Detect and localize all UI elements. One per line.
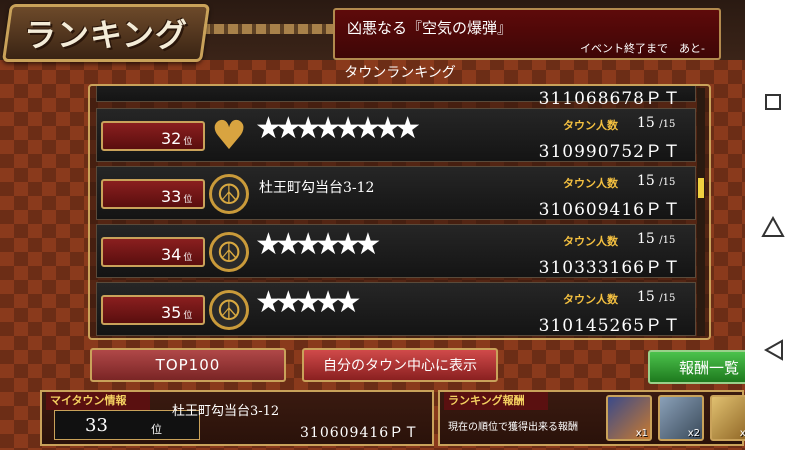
row-name: ★★★★★★: [255, 227, 381, 262]
population-value: 15 /15: [637, 231, 676, 247]
table-row-partial: 311068678ＰＴ: [96, 86, 696, 109]
my-town-rank-unit: 位: [151, 423, 162, 436]
event-timer: イベント終了まで あと-: [580, 42, 705, 55]
my-town-rank: 33: [85, 415, 108, 436]
rank-bar: 34 位: [101, 237, 205, 267]
ranking-reward: ランキング報酬 現在の順位で獲得出来る報酬 x1 x2 x1: [438, 390, 756, 446]
row-rank: 34 位: [161, 245, 193, 264]
panel-title: タウンランキング: [344, 65, 456, 81]
square-icon: [764, 94, 781, 110]
population-value: 15 /15: [637, 289, 676, 305]
my-town-name: 杜王町勾当台3-12: [172, 404, 280, 419]
table-row[interactable]: 34 位 ☮ ★★★★★★ タウン人数 15 /15 310333166ＰＴ: [96, 224, 696, 278]
scrollbar[interactable]: [697, 88, 705, 336]
show-my-town-button[interactable]: 自分のタウン中心に表示: [302, 348, 498, 382]
silver-ticket-icon[interactable]: x2: [658, 395, 704, 441]
event-title: 凶悪なる『空気の爆弾』: [347, 19, 513, 37]
row-rank: 35 位: [161, 303, 193, 322]
table-row[interactable]: 35 位 ☮ ★★★★★ タウン人数 15 /15 310145265ＰＴ: [96, 282, 696, 336]
recent-apps-button[interactable]: [745, 82, 800, 122]
back-button[interactable]: [745, 330, 800, 370]
table-row[interactable]: 33 位 ☮ 杜王町勾当台3-12 タウン人数 15 /15 310609416Ｐ…: [96, 166, 696, 220]
rank-bar: 32 位: [101, 121, 205, 151]
reward-tag: ランキング報酬: [444, 392, 548, 410]
peace-icon: ☮: [209, 232, 249, 272]
back-icon: [763, 339, 783, 361]
peace-icon: ☮: [209, 290, 249, 330]
population-value: 15 /15: [637, 173, 676, 189]
event-banner: 凶悪なる『空気の爆弾』 イベント終了まで あと-: [333, 8, 721, 60]
row-points: 310609416ＰＴ: [538, 200, 681, 220]
scrollbar-thumb[interactable]: [698, 178, 704, 198]
home-button[interactable]: [745, 207, 800, 247]
row-name: ★★★★★★★★: [255, 111, 421, 146]
population-label: タウン人数: [563, 119, 618, 132]
home-icon: [760, 216, 785, 237]
row-points: 310333166ＰＴ: [538, 258, 681, 278]
chain-decoration: [200, 24, 340, 34]
ranking-title-badge: ランキング: [1, 4, 211, 62]
character-card-icon[interactable]: x1: [606, 395, 652, 441]
row-points: 310145265ＰＴ: [538, 316, 681, 336]
row-points: 310990752ＰＴ: [538, 142, 681, 162]
population-label: タウン人数: [563, 235, 618, 248]
rank-bar: 35 位: [101, 295, 205, 325]
page-title: ランキング: [23, 16, 189, 54]
ranking-list[interactable]: 311068678ＰＴ 32 位 ♥ ★★★★★★★★ タウン人数 15 /15 …: [88, 84, 711, 340]
population-label: タウン人数: [563, 293, 618, 306]
row-rank: 32 位: [161, 129, 193, 148]
population-value: 15 /15: [637, 115, 676, 131]
row-points: 311068678ＰＴ: [538, 89, 681, 109]
heart-icon: ♥: [211, 113, 247, 159]
android-nav-bar: [745, 0, 800, 450]
top100-button[interactable]: TOP100: [90, 348, 286, 382]
my-town-points: 310609416ＰＴ: [300, 425, 420, 441]
table-row[interactable]: 32 位 ♥ ★★★★★★★★ タウン人数 15 /15 310990752ＰＴ: [96, 108, 696, 162]
rank-bar: 33 位: [101, 179, 205, 209]
my-town-info: マイタウン情報 33 位 杜王町勾当台3-12 310609416ＰＴ: [40, 390, 434, 446]
row-name: ★★★★★: [255, 285, 362, 320]
reward-qty: x2: [687, 428, 700, 439]
reward-description: 現在の順位で獲得出来る報酬: [448, 422, 578, 433]
peace-icon: ☮: [209, 174, 249, 214]
population-label: タウン人数: [563, 177, 618, 190]
row-rank: 33 位: [161, 187, 193, 206]
my-town-tag: マイタウン情報: [46, 392, 150, 410]
row-name: 杜王町勾当台3-12: [259, 180, 375, 196]
reward-qty: x1: [635, 428, 648, 439]
